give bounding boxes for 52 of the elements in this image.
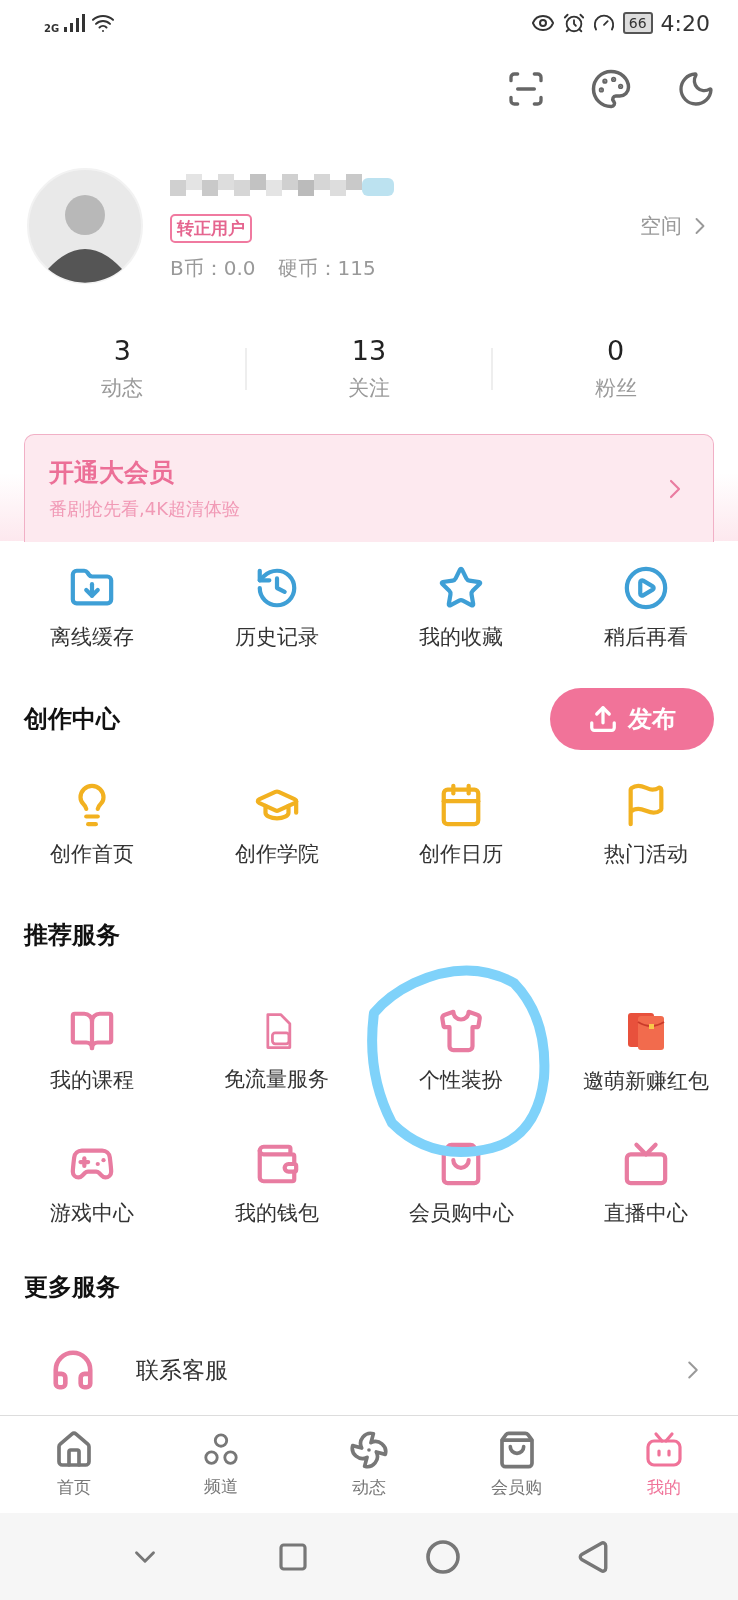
signal-icon [63,13,88,34]
grid-item[interactable]: 我的钱包 [184,1140,369,1227]
list-item[interactable]: 联系客服 [0,1325,738,1415]
grid-item[interactable]: 稍后再看 [553,564,738,651]
grid-item[interactable]: 我的收藏 [369,564,554,651]
section-title: 推荐服务 [24,920,120,952]
section-title: 更多服务 [24,1272,120,1304]
alarm-clock-icon [562,12,585,35]
recents-icon[interactable] [277,1540,310,1573]
network-type: 2G [44,23,60,35]
clock-time: 4:20 [660,11,710,36]
tv-icon [622,1140,669,1187]
stat-count: 0 [607,335,625,367]
stat-count: 3 [113,335,131,367]
grid-item[interactable]: 创作日历 [369,782,554,869]
nav-tab[interactable]: 会员购 [442,1416,591,1513]
grid-item[interactable]: 游戏中心 [0,1140,185,1227]
stat-count: 13 [351,335,387,367]
list-item-label: 联系客服 [136,1355,229,1385]
grid-item[interactable]: 创作学院 [184,782,369,869]
grid-item[interactable]: 热门活动 [553,782,738,869]
battery-level: 66 [622,12,653,35]
play-circle-icon [622,564,669,611]
grid-item[interactable]: 邀萌新赚红包 [553,1007,738,1096]
nav-tab[interactable]: 首页 [0,1416,148,1513]
stat-label: 粉丝 [594,375,637,403]
grid-item[interactable]: 历史记录 [184,564,369,651]
grid-item[interactable]: 直播中心 [553,1140,738,1227]
headphones-icon [50,1347,96,1393]
stat-label: 关注 [348,375,390,403]
tv-icon [644,1430,685,1470]
coin-balance: 硬币：115 [277,255,376,280]
pinwheel-icon [349,1430,389,1470]
section-title: 创作中心 [24,704,120,736]
vip-title: 开通大会员 [49,457,175,490]
grid-item[interactable]: 会员购中心 [369,1140,554,1227]
grid-item[interactable]: 我的课程 [0,1008,185,1095]
grid-item[interactable]: 免流量服务 [184,1009,369,1094]
coin-balance: B币：0.0 [170,255,256,280]
palette-icon[interactable] [590,68,632,111]
upload-icon [588,704,618,735]
user-level-badge: 转正用户 [170,213,252,243]
nav-tab[interactable]: 动态 [295,1416,443,1513]
grid-item[interactable]: 离线缓存 [0,564,185,651]
avatar[interactable] [26,166,144,285]
nav-tab[interactable]: 频道 [147,1416,296,1513]
shirt-icon [438,1008,485,1055]
grid-item[interactable]: 创作首页 [0,782,185,869]
stat-label: 动态 [101,375,144,403]
grid-item[interactable]: 个性装扮 [369,1008,554,1095]
vip-subtitle: 番剧抢先看,4K超清体验 [49,497,241,522]
home-button-icon[interactable] [424,1538,461,1575]
